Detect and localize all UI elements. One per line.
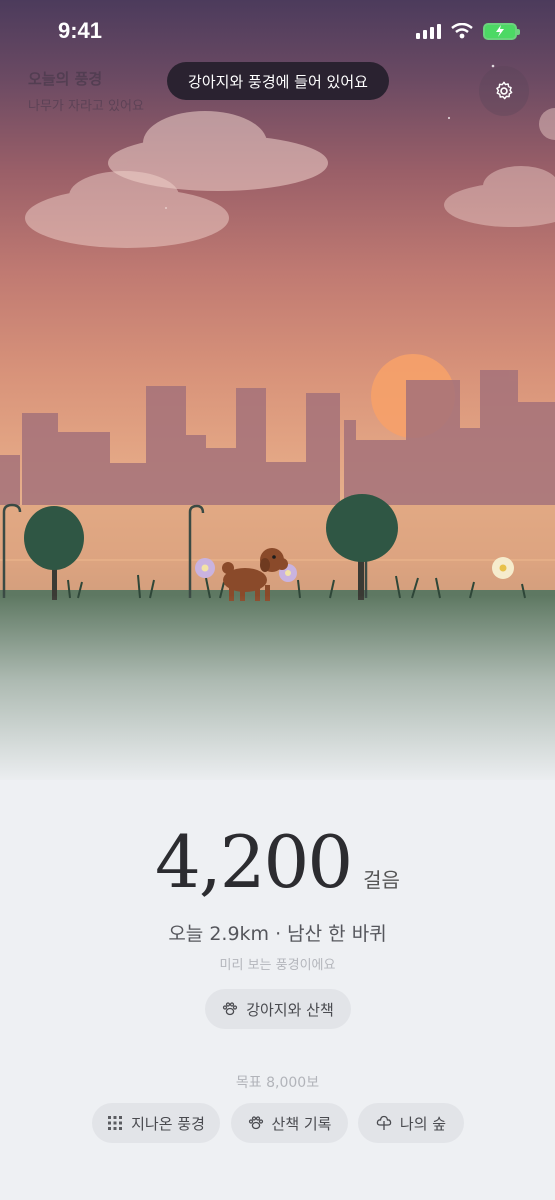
tree-icon [376, 1115, 392, 1131]
preview-note: 미리 보는 풍경이에요 [219, 958, 336, 973]
paw-icon [248, 1115, 264, 1131]
city-skyline [0, 370, 555, 505]
flower [492, 557, 514, 579]
toast-message: 강아지와 풍경에 들어 있어요 [167, 62, 389, 100]
flower [195, 558, 215, 578]
past-scenes-button[interactable]: 지나온 풍경 [92, 1103, 220, 1143]
walk-button-label: 강아지와 산책 [246, 1000, 334, 1019]
wifi-icon [451, 23, 473, 39]
landscape-scene [0, 0, 555, 780]
scene-subtitle: 나무가 자라고 있어요 [28, 99, 144, 114]
today-summary: 오늘 2.9km · 남산 한 바퀴 [168, 923, 387, 945]
step-count: 4,200 걸음 [0, 820, 555, 904]
walk-log-label: 산책 기록 [271, 1114, 332, 1133]
goal-text: 목표 8,000보 [235, 1075, 320, 1091]
grid-icon [107, 1115, 123, 1131]
my-forest-button[interactable]: 나의 숲 [358, 1103, 464, 1143]
my-forest-label: 나의 숲 [399, 1114, 447, 1133]
gear-icon [496, 81, 513, 100]
steps-value: 4,200 [155, 820, 353, 904]
status-bar: 9:41 [0, 0, 555, 62]
cellular-signal-icon [416, 23, 441, 39]
past-scenes-label: 지나온 풍경 [131, 1114, 205, 1133]
steps-unit: 걸음 [363, 868, 400, 892]
scene-label: 오늘의 풍경 나무가 자라고 있어요 [28, 68, 144, 114]
status-icons [416, 22, 520, 40]
status-time: 9:41 [58, 18, 103, 43]
cloud [444, 108, 555, 227]
walk-with-dog-button[interactable]: 강아지와 산책 [205, 989, 351, 1029]
battery-charging-icon [483, 22, 520, 40]
scene-title: 오늘의 풍경 [28, 70, 103, 88]
paw-icon [222, 1001, 238, 1017]
walk-log-button[interactable]: 산책 기록 [231, 1103, 348, 1143]
settings-button[interactable] [479, 66, 529, 116]
scene-fade [0, 595, 555, 780]
